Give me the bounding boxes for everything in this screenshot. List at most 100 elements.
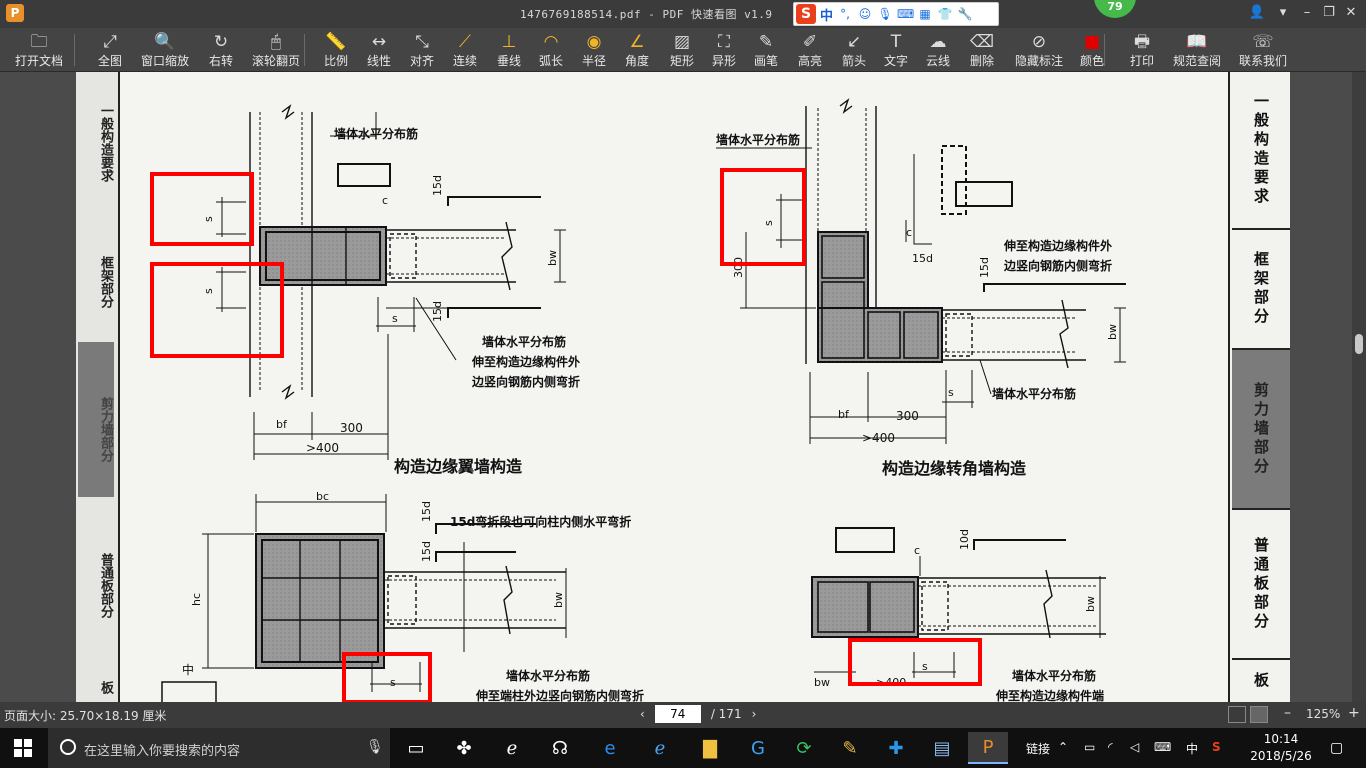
label-bf-1: bf [276,418,288,431]
volume-icon[interactable]: ◁ [1130,740,1139,754]
toolbar-window-zoom-button[interactable]: 🔍 窗口缩放 [136,30,194,70]
label-s-2: s [202,288,215,294]
toolbar-delete-button[interactable]: ⌫ 删除 [964,30,1000,70]
skin-icon[interactable]: 👕 [937,7,953,21]
right-index-tab-3[interactable]: 剪力墙部分 [1232,350,1290,510]
keyboard-icon[interactable]: ⌨ [897,7,914,21]
wrench-icon[interactable]: 🔧 [957,7,973,21]
notes-app-icon[interactable]: ✎ [830,732,870,764]
label-col-note-3: 伸至构造边缘构件端 [995,688,1104,702]
pinwheel-app-icon[interactable]: ✤ [444,732,484,764]
battery-icon[interactable]: ▭ [1084,740,1095,754]
microphone-icon[interactable]: 🎙 [366,739,384,755]
zoom-level[interactable]: 125% [1306,707,1340,721]
toolbar-print-button[interactable]: 🖶 打印 [1124,30,1160,70]
plus-app-icon[interactable]: ✚ [876,732,916,764]
toolbar-continuous-button[interactable]: ⟋ 连续 [447,30,483,70]
right-index-tab-4[interactable]: 普通板部分 [1232,510,1290,660]
browser-e-icon[interactable]: ℯ [492,732,532,764]
menu-chevron-icon[interactable]: ▾ [1272,3,1294,23]
start-button[interactable] [14,739,32,757]
label-extend-2: 边竖向钢筋内侧弯折 [471,374,580,389]
toolbar-arc-length-button[interactable]: ◠ 弧长 [533,30,569,70]
sogou-logo-icon[interactable]: S [796,4,816,24]
tray-link-label[interactable]: 链接 [1026,740,1050,757]
toolbar-open-button[interactable]: 🗀 打开文档 [10,30,68,70]
search-placeholder[interactable]: 在这里输入你要搜索的内容 [84,740,240,759]
voice-icon[interactable]: 🎙 [877,7,893,21]
label-wall-rebar-5: 墙体水平分布筋 [506,668,590,683]
security-app-icon[interactable]: ⟳ [784,732,824,764]
zoom-in-icon[interactable]: + [1348,705,1360,721]
ie-icon[interactable]: ℯ [640,732,680,764]
next-page-icon[interactable]: › [752,707,757,721]
continuous-view-icon[interactable] [1250,706,1268,723]
cloud-icon: ☁ [929,32,947,52]
toolbar-poly-button[interactable]: ⛶ 异形 [706,30,742,70]
tray-ime[interactable]: 中 [1186,740,1198,757]
ime-punct[interactable]: °, [837,7,853,21]
close-button[interactable]: ✕ [1340,3,1362,23]
toolbar-spec-button[interactable]: 📖 规范查阅 [1168,30,1226,70]
toolbar-poly-label: 异形 [711,54,736,68]
cortana-icon[interactable] [60,739,76,755]
toolbar-scroll-page-button[interactable]: 🖱 滚轮翻页 [247,30,305,70]
zoom-out-icon[interactable]: – [1284,705,1291,721]
notification-icon[interactable]: ▢ [1330,740,1343,756]
emoji-icon[interactable]: ☺ [857,7,873,21]
right-index-tab-1[interactable]: 一般构造要求 [1232,72,1290,230]
file-explorer-icon[interactable]: ▇ [690,732,730,764]
toolbar-perpendicular-button[interactable]: ⊥ 垂线 [491,30,527,70]
restore-button[interactable]: ❐ [1318,3,1340,23]
user-icon[interactable]: 👤 [1246,3,1268,23]
chat-app-icon[interactable]: ☊ [540,732,580,764]
ime-mode[interactable]: 中 [820,5,833,24]
prev-page-icon[interactable]: ‹ [640,707,645,721]
wifi-icon[interactable]: ◜ [1108,740,1113,754]
toolbar-rect-button[interactable]: ▨ 矩形 [664,30,700,70]
toolbar-aligned-button[interactable]: ⤡ 对齐 [404,30,440,70]
text-icon: T [890,32,902,52]
pdf-viewer-taskbar-icon[interactable]: P [968,732,1008,764]
toolbar-delete-label: 删除 [969,54,994,68]
title-corner-wall: 构造边缘转角墙构造 [882,459,1027,478]
grid-icon[interactable]: ▦ [917,7,933,21]
document-workspace[interactable]: 一般构造要求 框架部分 剪力墙部分 普通板部分 板 墙体水平分布筋 墙体水平分布… [0,72,1366,702]
toolbar-linear-button[interactable]: ↔ 线性 [361,30,397,70]
toolbar-contact-button[interactable]: ☏ 联系我们 [1234,30,1292,70]
clipboard-app-icon[interactable]: ▤ [922,732,962,764]
right-index-tab-5[interactable]: 板 [1232,660,1290,702]
toolbar-text-button[interactable]: T 文字 [878,30,914,70]
score-badge[interactable]: 79 [1094,0,1136,18]
taskbar-search[interactable]: 在这里输入你要搜索的内容 🎙 [48,728,390,768]
toolbar-spec-label: 规范查阅 [1172,54,1221,68]
toolbar-highlight-button[interactable]: ✐ 高亮 [792,30,828,70]
ime-toolbar[interactable]: S 中 °, ☺ 🎙 ⌨ ▦ 👕 🔧 [793,2,999,26]
toolbar-hide-marks-button[interactable]: ⊘ 隐藏标注 [1010,30,1068,70]
edge-icon[interactable]: e [590,732,630,764]
toolbar-cloud-button[interactable]: ☁ 云线 [920,30,956,70]
toolbar-rotate-button[interactable]: ↻ 右转 [203,30,239,70]
tray-chevron-icon[interactable]: ⌃ [1058,740,1068,754]
sogou-tray-icon[interactable]: S [1212,740,1221,754]
task-view-icon[interactable]: ▭ [396,732,436,764]
keyboard-tray-icon[interactable]: ⌨ [1154,740,1171,754]
right-index-tab-2[interactable]: 框架部分 [1232,230,1290,350]
taskbar-clock[interactable]: 10:14 2018/5/26 [1250,731,1312,765]
page-number-input[interactable]: 74 [654,705,701,723]
angle-icon: ∠ [629,32,645,52]
vertical-scrollbar[interactable] [1352,72,1366,702]
g-app-icon[interactable]: G [738,732,778,764]
toolbar-contact-label: 联系我们 [1238,54,1287,68]
toolbar-scale-button[interactable]: 📏 比例 [318,30,354,70]
toolbar-angle-button[interactable]: ∠ 角度 [619,30,655,70]
single-page-view-icon[interactable] [1228,706,1246,723]
toolbar-color-button[interactable]: ■ 颜色 [1074,30,1110,70]
toolbar-radius-button[interactable]: ◉ 半径 [576,30,612,70]
minimize-button[interactable]: – [1296,3,1318,23]
toolbar-fit-button[interactable]: ⤢ 全图 [92,30,128,70]
pdf-page[interactable]: 一般构造要求 框架部分 剪力墙部分 普通板部分 板 墙体水平分布筋 墙体水平分布… [76,72,1290,702]
scrollbar-thumb[interactable] [1355,334,1363,354]
toolbar-pen-button[interactable]: ✎ 画笔 [748,30,784,70]
toolbar-arrow-button[interactable]: ↙ 箭头 [836,30,872,70]
